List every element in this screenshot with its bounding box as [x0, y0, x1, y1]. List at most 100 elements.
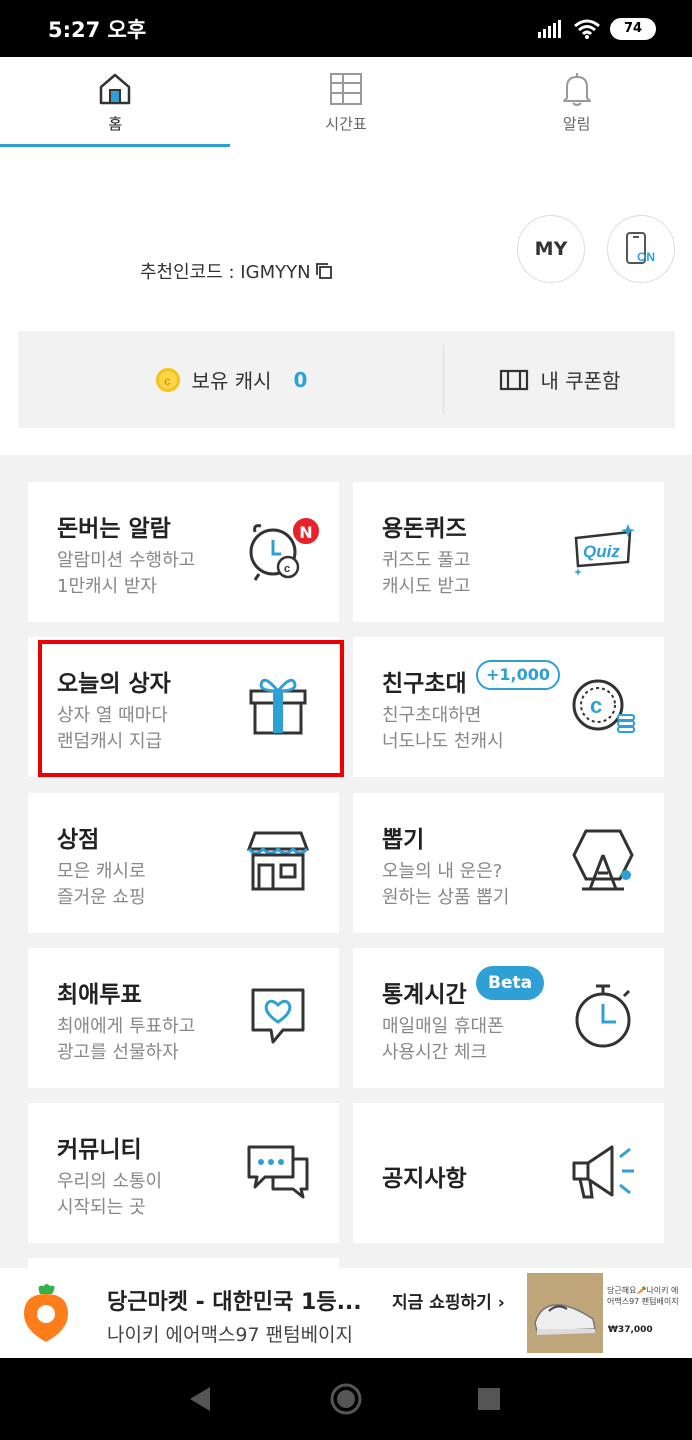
menu-alarm-desc-line2: 1만캐시 받자 [57, 576, 157, 597]
referral-code[interactable]: 추천인코드 : IGMYYN [140, 258, 333, 284]
svg-text:ON: ON [637, 250, 655, 264]
gacha-machine-icon [572, 829, 634, 891]
menu-invite-desc: 친구초대하면 너도나도 천캐시 [382, 703, 504, 755]
menu-alarm-desc-line1: 알람미션 수행하고 [57, 550, 196, 571]
menu-quiz[interactable]: 용돈퀴즈 퀴즈도 풀고 캐시도 받고 Quiz [353, 482, 664, 622]
menu-vote[interactable]: 최애투표 최애에게 투표하고 광고를 선물하자 [28, 948, 339, 1088]
store-icon [246, 831, 310, 891]
ad-title: 당근마켓 - 대한민국 1등... [107, 1290, 362, 1315]
tab-home[interactable]: 홈 [0, 57, 231, 147]
menu-community-desc-line2: 시작되는 곳 [57, 1197, 146, 1218]
menu-alarm-desc: 알람미션 수행하고 1만캐시 받자 [57, 548, 195, 600]
menu-invite-title: 친구초대 [382, 671, 467, 697]
tab-home-label: 홈 [108, 115, 123, 133]
menu-vote-desc-line2: 광고를 선물하자 [57, 1042, 179, 1063]
ad-cta-label: 지금 쇼핑하기 [392, 1293, 492, 1313]
coin-stack-icon: c [572, 679, 635, 733]
menu-gacha-desc-line1: 오늘의 내 운은? [382, 861, 503, 882]
menu-quiz-desc-line1: 퀴즈도 풀고 [382, 550, 471, 571]
menu-invite[interactable]: 친구초대 +1,000 친구초대하면 너도나도 천캐시 c [353, 637, 664, 777]
gift-box-icon [249, 678, 307, 735]
menu-partial-card [28, 1258, 339, 1268]
menu-store-title: 상점 [57, 827, 100, 853]
coupon-box-button[interactable]: 내 쿠폰함 [444, 331, 675, 428]
menu-vote-title: 최애투표 [57, 982, 142, 1008]
cash-balance[interactable]: c 보유 캐시 0 [18, 331, 443, 428]
system-navigation-bar [0, 1358, 692, 1440]
menu-daily-box[interactable]: 오늘의 상자 상자 열 때마다 랜덤캐시 지급 [28, 637, 339, 777]
top-tab-bar: 홈 시간표 알림 [0, 57, 692, 147]
back-icon[interactable] [188, 1386, 212, 1412]
menu-quiz-title: 용돈퀴즈 [382, 516, 467, 542]
menu-community-desc-line1: 우리의 소통이 [57, 1171, 163, 1192]
menu-daily-box-desc-line2: 랜덤캐시 지급 [57, 731, 163, 752]
menu-usage-stats-desc-line1: 매일매일 휴대폰 [382, 1016, 504, 1037]
beta-badge: Beta [476, 966, 545, 1000]
menu-gacha-desc: 오늘의 내 운은? 원하는 상품 뽑기 [382, 859, 509, 911]
menu-vote-desc-line1: 최애에게 투표하고 [57, 1016, 196, 1037]
tab-notifications[interactable]: 알림 [461, 57, 692, 147]
menu-notice[interactable]: 공지사항 [353, 1103, 664, 1243]
menu-alarm[interactable]: 돈버는 알람 알람미션 수행하고 1만캐시 받자 c N [28, 482, 339, 622]
screen-on-button[interactable]: ON [607, 215, 675, 283]
megaphone-icon [572, 1145, 634, 1199]
status-time: 5:27 오후 [48, 18, 147, 42]
cash-value: 0 [293, 367, 308, 392]
timetable-icon [329, 73, 362, 105]
menu-invite-desc-line2: 너도나도 천캐시 [382, 731, 504, 752]
menu-community[interactable]: 커뮤니티 우리의 소통이 시작되는 곳 [28, 1103, 339, 1243]
tab-timetable[interactable]: 시간표 [231, 57, 462, 147]
quiz-icon-text: Quiz [583, 542, 620, 561]
recents-icon[interactable] [478, 1388, 500, 1410]
coin-icon: c [155, 367, 180, 392]
menu-gacha-title: 뽑기 [382, 827, 425, 853]
svg-text:c: c [164, 374, 171, 388]
menu-store[interactable]: 상점 모은 캐시로 즐거운 쇼핑 [28, 793, 339, 933]
status-icons: 74 [538, 18, 656, 40]
phone-on-icon: ON [626, 232, 655, 264]
ad-shop-now-link[interactable]: 지금 쇼핑하기 › [392, 1288, 505, 1313]
ad-banner[interactable]: 당근마켓 - 대한민국 1등... 나이키 에어맥스97 팬텀베이지 지금 쇼핑… [0, 1268, 692, 1358]
heart-chat-icon [251, 988, 305, 1044]
svg-text:c: c [284, 563, 290, 575]
home-icon [100, 73, 131, 105]
cash-label: 보유 캐시 [191, 369, 272, 393]
ad-subtitle: 나이키 에어맥스97 팬텀베이지 [107, 1324, 354, 1346]
battery-indicator: 74 [610, 18, 656, 40]
menu-usage-stats-desc-line2: 사용시간 체크 [382, 1042, 488, 1063]
stopwatch-icon [575, 984, 631, 1048]
signal-icon [538, 20, 561, 38]
sneaker-icon [527, 1273, 603, 1353]
invite-reward-badge: +1,000 [476, 660, 561, 690]
ad-thumbnail: 당근해요🥕나이키 에어맥스97 팬텀베이지 [527, 1273, 687, 1353]
status-bar: 5:27 오후 74 [0, 0, 692, 57]
menu-gacha[interactable]: 뽑기 오늘의 내 운은? 원하는 상품 뽑기 [353, 793, 664, 933]
menu-quiz-desc-line2: 캐시도 받고 [382, 576, 471, 597]
menu-daily-box-desc: 상자 열 때마다 랜덤캐시 지급 [57, 703, 168, 755]
menu-invite-desc-line1: 친구초대하면 [382, 705, 482, 726]
menu-community-title: 커뮤니티 [57, 1137, 142, 1163]
ad-thumb-caption: 당근해요🥕나이키 에어맥스97 팬텀베이지 [607, 1286, 679, 1306]
menu-usage-stats-title: 통계시간 [382, 982, 467, 1008]
menu-gacha-desc-line2: 원하는 상품 뽑기 [382, 887, 510, 908]
home-button-icon[interactable] [329, 1382, 363, 1416]
cash-summary: c 보유 캐시 0 내 쿠폰함 [18, 331, 675, 428]
menu-notice-title: 공지사항 [382, 1166, 467, 1192]
menu-daily-box-title: 오늘의 상자 [57, 671, 171, 697]
new-badge: N [291, 516, 321, 546]
menu-usage-stats[interactable]: 통계시간 Beta 매일매일 휴대폰 사용시간 체크 [353, 948, 664, 1088]
copy-icon[interactable] [315, 262, 333, 280]
menu-daily-box-desc-line1: 상자 열 때마다 [57, 705, 168, 726]
my-page-button[interactable]: MY [517, 215, 585, 283]
menu-usage-stats-desc: 매일매일 휴대폰 사용시간 체크 [382, 1014, 504, 1066]
menu-vote-desc: 최애에게 투표하고 광고를 선물하자 [57, 1014, 195, 1066]
coupon-icon [499, 369, 528, 390]
sneaker-image [527, 1273, 603, 1353]
svg-text:c: c [590, 693, 602, 718]
chevron-right-icon: › [497, 1293, 505, 1313]
menu-store-desc: 모은 캐시로 즐거운 쇼핑 [57, 859, 146, 911]
referral-code-text: 추천인코드 : IGMYYN [140, 262, 311, 283]
menu-alarm-title: 돈버는 알람 [57, 516, 171, 542]
carrot-logo-icon [24, 1284, 68, 1342]
wifi-icon [574, 19, 600, 39]
